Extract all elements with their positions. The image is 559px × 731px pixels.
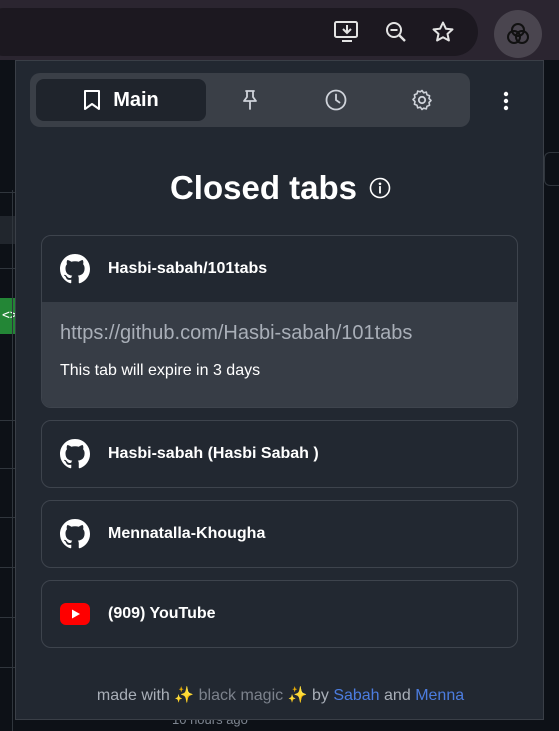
tab-history[interactable]: [316, 79, 356, 121]
tab-pinned[interactable]: [230, 79, 270, 121]
background-button: [544, 152, 559, 186]
closed-tab-card[interactable]: (909) YouTube: [41, 580, 518, 648]
background-divider: [0, 617, 16, 618]
closed-tab-details: https://github.com/Hasbi-sabah/101tabs T…: [42, 302, 517, 407]
closed-tab-card[interactable]: Hasbi-sabah/101tabs https://github.com/H…: [41, 235, 518, 408]
pin-icon: [243, 90, 257, 110]
install-app-icon[interactable]: [333, 18, 361, 46]
closed-tab-title: Mennatalla-Khougha: [108, 525, 266, 542]
background-divider: [0, 468, 16, 469]
sparkle-icon: ✨: [174, 687, 195, 704]
closed-tab-url[interactable]: https://github.com/Hasbi-sabah/101tabs: [60, 322, 499, 345]
background-eye-icon: [0, 216, 16, 244]
popup-footer: made with ✨ black magic ✨ by Sabah and M…: [16, 685, 545, 705]
top-navigation: Main: [30, 73, 470, 127]
closed-tab-header[interactable]: Hasbi-sabah (Hasbi Sabah ): [42, 421, 517, 487]
github-icon: [60, 519, 90, 549]
bookmark-star-icon[interactable]: [429, 18, 457, 46]
tab-main[interactable]: Main: [36, 79, 206, 121]
zoom-out-icon[interactable]: [382, 18, 410, 46]
closed-tab-title: Hasbi-sabah (Hasbi Sabah ): [108, 445, 319, 462]
background-code-button: <>: [0, 298, 18, 334]
background-divider: [0, 420, 16, 421]
closed-tab-title: (909) YouTube: [108, 605, 216, 622]
github-icon: [60, 254, 90, 284]
background-vertical-rule: [12, 190, 13, 731]
sparkle-icon: ✨: [287, 687, 308, 704]
closed-tab-header[interactable]: Mennatalla-Khougha: [42, 501, 517, 567]
closed-tab-header[interactable]: Hasbi-sabah/101tabs: [42, 236, 517, 302]
background-divider: [0, 268, 16, 269]
closed-tab-card[interactable]: Hasbi-sabah (Hasbi Sabah ): [41, 420, 518, 488]
more-options-button[interactable]: [490, 85, 522, 117]
page-heading: Closed tabs: [16, 169, 545, 207]
background-divider: [0, 192, 16, 193]
extension-popup: Main Closed tabs Hasbi-sabah/101tabs htt…: [15, 60, 544, 720]
extension-button[interactable]: [494, 10, 542, 58]
background-divider: [0, 517, 16, 518]
author-link-sabah[interactable]: Sabah: [333, 687, 379, 704]
youtube-icon: [60, 603, 90, 625]
kebab-menu-icon: [503, 91, 509, 111]
author-link-menna[interactable]: Menna: [415, 687, 464, 704]
closed-tab-header[interactable]: (909) YouTube: [42, 581, 517, 647]
background-divider: [0, 667, 16, 668]
footer-and: and: [384, 687, 411, 704]
gear-icon: [412, 89, 432, 111]
closed-tab-title: Hasbi-sabah/101tabs: [108, 260, 268, 277]
clock-icon: [325, 89, 347, 111]
page-title: Closed tabs: [169, 169, 358, 206]
browser-toolbar: [0, 0, 559, 60]
background-divider: [0, 567, 16, 568]
footer-made-with: made with: [96, 687, 170, 704]
bookmark-icon: [84, 90, 101, 110]
info-icon[interactable]: [369, 177, 391, 199]
closed-tab-card[interactable]: Mennatalla-Khougha: [41, 500, 518, 568]
tab-settings[interactable]: [402, 79, 442, 121]
footer-black-magic: black magic: [198, 687, 284, 704]
extension-logo-icon: [507, 23, 529, 44]
tab-main-label: Main: [113, 88, 159, 111]
footer-by: by: [311, 687, 329, 704]
closed-tab-expiry: This tab will expire in 3 days: [60, 362, 261, 379]
github-icon: [60, 439, 90, 469]
